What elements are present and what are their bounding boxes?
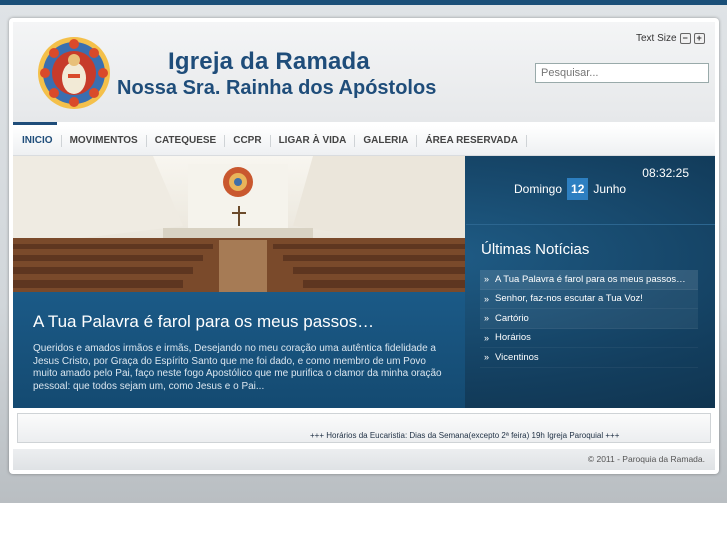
site-footer: © 2011 - Paroquia da Ramada. xyxy=(13,449,715,470)
news-item[interactable]: » Senhor, faz-nos escutar a Tua Voz! xyxy=(480,289,698,309)
news-item-label: A Tua Palavra é farol para os meus passo… xyxy=(495,273,686,285)
text-size-label: Text Size xyxy=(636,33,677,44)
nav-item-galeria[interactable]: GALERIA xyxy=(355,134,418,147)
clock: 08:32:25 xyxy=(642,166,689,180)
nav-item-ligar-a-vida[interactable]: LIGAR À VIDA xyxy=(271,134,356,147)
news-item-label: Horários xyxy=(495,332,531,344)
nav-item-area-reservada[interactable]: ÁREA RESERVADA xyxy=(417,134,527,147)
news-item[interactable]: » A Tua Palavra é farol para os meus pas… xyxy=(480,270,698,290)
page-bottom xyxy=(0,503,727,545)
nav-item-movimentos[interactable]: MOVIMENTOS xyxy=(62,134,147,147)
ticker-text: +++ Horários da Eucaristia: Dias da Sema… xyxy=(310,431,620,440)
news-item-label: Senhor, faz-nos escutar a Tua Voz! xyxy=(495,293,643,305)
main-nav: INICIO MOVIMENTOS CATEQUESE CCPR LIGAR À… xyxy=(13,121,715,156)
arrow-icon: » xyxy=(484,352,490,363)
news-item-label: Cartório xyxy=(495,312,529,324)
text-increase-button[interactable]: + xyxy=(693,33,705,44)
news-item[interactable]: » Cartório xyxy=(480,309,698,329)
news-item-label: Vicentinos xyxy=(495,351,539,363)
site-frame: Igreja da Ramada Nossa Sra. Rainha dos A… xyxy=(9,18,719,474)
news-item[interactable]: » Horários xyxy=(480,329,698,348)
site-subtitle: Nossa Sra. Rainha dos Apóstolos xyxy=(117,77,437,99)
text-decrease-button[interactable]: − xyxy=(679,33,691,44)
nav-item-inicio[interactable]: INICIO xyxy=(13,121,62,147)
site-title: Igreja da Ramada xyxy=(168,48,370,75)
date-weekday: Domingo xyxy=(514,182,563,196)
news-sidebar: 08:32:25 Domingo 12 Junho Últimas Notíci… xyxy=(466,156,715,408)
feature-title[interactable]: A Tua Palavra é farol para os meus passo… xyxy=(33,312,374,332)
arrow-icon: » xyxy=(484,293,490,304)
site-header: Igreja da Ramada Nossa Sra. Rainha dos A… xyxy=(13,22,715,122)
news-list: » A Tua Palavra é farol para os meus pas… xyxy=(480,270,698,368)
date-day: 12 xyxy=(567,178,589,200)
copyright-text: © 2011 - Paroquia da Ramada. xyxy=(587,454,705,464)
feature-text: Queridos e amados irmãos e irmãs, Deseja… xyxy=(33,343,442,392)
news-heading: Últimas Notícias xyxy=(481,241,590,258)
featured-slideshow: A Tua Palavra é farol para os meus passo… xyxy=(13,156,715,408)
church-interior-image xyxy=(13,156,465,292)
feature-caption: A Tua Palavra é farol para os meus passo… xyxy=(13,292,465,408)
date-display: Domingo 12 Junho xyxy=(514,178,626,200)
news-item[interactable]: » Vicentinos xyxy=(480,348,698,368)
church-interior-photo[interactable] xyxy=(13,156,465,292)
nav-item-catequese[interactable]: CATEQUESE xyxy=(147,134,226,147)
sidebar-divider xyxy=(466,224,715,225)
arrow-icon: » xyxy=(484,274,490,285)
parish-logo-icon[interactable] xyxy=(37,36,111,110)
text-size-control: Text Size − + xyxy=(636,33,705,44)
announcement-ticker: +++ Horários da Eucaristia: Dias da Sema… xyxy=(17,413,711,443)
nav-item-ccpr[interactable]: CCPR xyxy=(225,134,271,147)
date-month: Junho xyxy=(593,182,627,196)
arrow-icon: » xyxy=(484,332,490,343)
arrow-icon: » xyxy=(484,313,490,324)
search-input[interactable] xyxy=(535,63,709,83)
